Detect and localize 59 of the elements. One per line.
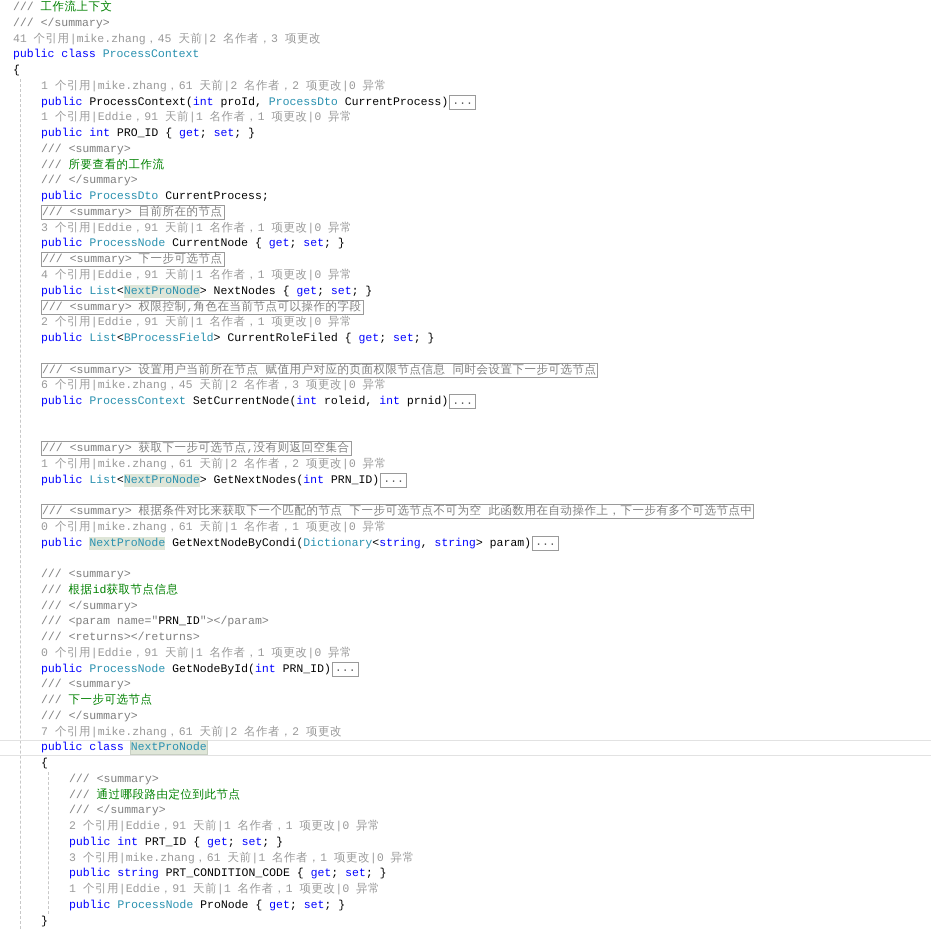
code-lens-info[interactable]: 7 个引用|mike.zhang，61 天前|2 名作者，2 项更改 bbox=[41, 724, 342, 740]
code-text: public NextProNode GetNextNodeByCondi(Dictionary<string, string> param) bbox=[41, 536, 532, 552]
collapsed-comment[interactable]: /// <summary> 根据条件对比来获取下一个匹配的节点 下一步可选节点不可为空 此函数用在自动操作上，下一步有多个可选节点中 bbox=[41, 504, 754, 520]
code-text: public int PRO_ID { get; set; } bbox=[41, 126, 256, 142]
code-lens-info[interactable]: 2 个引用|Eddie，91 天前|1 名作者，1 项更改|0 异常 bbox=[41, 315, 352, 331]
code-text: { bbox=[41, 756, 48, 772]
code-text: public string PRT_CONDITION_CODE { get; set; } bbox=[69, 866, 387, 882]
collapsed-comment[interactable]: /// <summary> 权限控制,角色在当前节点可以操作的字段 bbox=[41, 300, 364, 315]
code-lens-info[interactable]: 1 个引用|Eddie，91 天前|1 名作者，1 项更改|0 异常 bbox=[41, 110, 352, 126]
fold-button[interactable]: ... bbox=[449, 394, 476, 410]
code-text: /// </summary> bbox=[69, 803, 166, 819]
fold-button[interactable]: ... bbox=[532, 536, 559, 551]
code-text: /// </summary> bbox=[41, 708, 138, 724]
code-text: public int PRT_ID { get; set; } bbox=[69, 834, 284, 850]
collapsed-comment[interactable]: /// <summary> 目前所在的节点 bbox=[41, 205, 225, 220]
collapsed-comment[interactable]: /// <summary> 设置用户当前所在节点 赋值用户对应的页面权限节点信息 同时会设置下一步可选节点 bbox=[41, 362, 598, 378]
code-lens-info[interactable]: 0 个引用|Eddie，91 天前|1 名作者，1 项更改|0 异常 bbox=[41, 646, 352, 662]
code-text: public ProcessNode ProNode { get; set; } bbox=[69, 898, 346, 914]
code-lens-info[interactable]: 4 个引用|Eddie，91 天前|1 名作者，1 项更改|0 异常 bbox=[41, 268, 352, 284]
code-lens-info[interactable]: 0 个引用|mike.zhang，61 天前|1 名作者，1 项更改|0 异常 bbox=[41, 520, 387, 536]
code-text: /// 根据id获取节点信息 bbox=[41, 582, 178, 598]
code-text: public ProcessNode GetNodeById(int PRN_ID) bbox=[41, 662, 331, 678]
code-text: public ProcessNode CurrentNode { get; set; } bbox=[41, 236, 345, 252]
fold-button[interactable]: ... bbox=[332, 662, 359, 677]
code-text: /// <summary> bbox=[41, 142, 131, 158]
code-text: /// <summary> bbox=[41, 567, 131, 583]
code-text: /// </summary> bbox=[13, 16, 110, 32]
code-text: public class NextProNode bbox=[41, 740, 208, 756]
code-lens-info[interactable]: 1 个引用|mike.zhang，61 天前|2 名作者，2 项更改|0 异常 bbox=[41, 456, 387, 472]
collapsed-comment[interactable]: /// <summary> 获取下一步可选节点,没有则返回空集合 bbox=[41, 441, 352, 456]
code-text: /// 下一步可选节点 bbox=[41, 693, 153, 709]
code-text: /// </summary> bbox=[41, 173, 138, 189]
code-text: /// 工作流上下文 bbox=[13, 0, 113, 16]
code-lens-info[interactable]: 1 个引用|mike.zhang，61 天前|2 名作者，2 项更改|0 异常 bbox=[41, 78, 387, 94]
code-lens-info[interactable]: 1 个引用|Eddie，91 天前|1 名作者，1 项更改|0 异常 bbox=[69, 882, 380, 898]
code-text: { bbox=[13, 63, 20, 79]
code-lens-info[interactable]: 6 个引用|mike.zhang，45 天前|2 名作者，3 项更改|0 异常 bbox=[41, 378, 387, 394]
code-text: /// <summary> bbox=[41, 677, 131, 693]
code-lens-info[interactable]: 41 个引用|mike.zhang，45 天前|2 名作者，3 项更改 bbox=[13, 32, 321, 48]
code-text: /// 所要查看的工作流 bbox=[41, 158, 165, 174]
code-text: public ProcessContext(int proId, ProcessDto CurrentProcess) bbox=[41, 94, 448, 110]
code-text: public List<NextProNode> NextNodes { get; set; } bbox=[41, 284, 372, 300]
code-text: /// <returns></returns> bbox=[41, 630, 200, 646]
code-text: /// </summary> bbox=[41, 598, 138, 614]
fold-button[interactable]: ... bbox=[380, 472, 407, 488]
code-text: public List<BProcessField> CurrentRoleFiled { get; set; } bbox=[41, 330, 434, 346]
collapsed-comment[interactable]: /// <summary> 下一步可选节点 bbox=[41, 252, 225, 268]
code-text: public class ProcessContext bbox=[13, 47, 200, 63]
code-text: public ProcessContext SetCurrentNode(int roleid, int prnid) bbox=[41, 394, 448, 410]
code-text: /// <param name="PRN_ID"></param> bbox=[41, 614, 269, 630]
code-text: /// <summary> bbox=[69, 772, 159, 788]
code-text: public List<NextProNode> GetNextNodes(int PRN_ID) bbox=[41, 472, 380, 488]
fold-button[interactable]: ... bbox=[449, 94, 476, 110]
code-text: /// 通过哪段路由定位到此节点 bbox=[69, 788, 241, 804]
code-lens-info[interactable]: 3 个引用|Eddie，91 天前|1 名作者，1 项更改|0 异常 bbox=[41, 220, 352, 236]
code-text: public ProcessDto CurrentProcess; bbox=[41, 189, 269, 205]
code-text: } bbox=[41, 914, 48, 930]
code-lens-info[interactable]: 3 个引用|mike.zhang，61 天前|1 名作者，1 项更改|0 异常 bbox=[69, 850, 415, 866]
code-lens-info[interactable]: 2 个引用|Eddie，91 天前|1 名作者，1 项更改|0 异常 bbox=[69, 819, 380, 835]
